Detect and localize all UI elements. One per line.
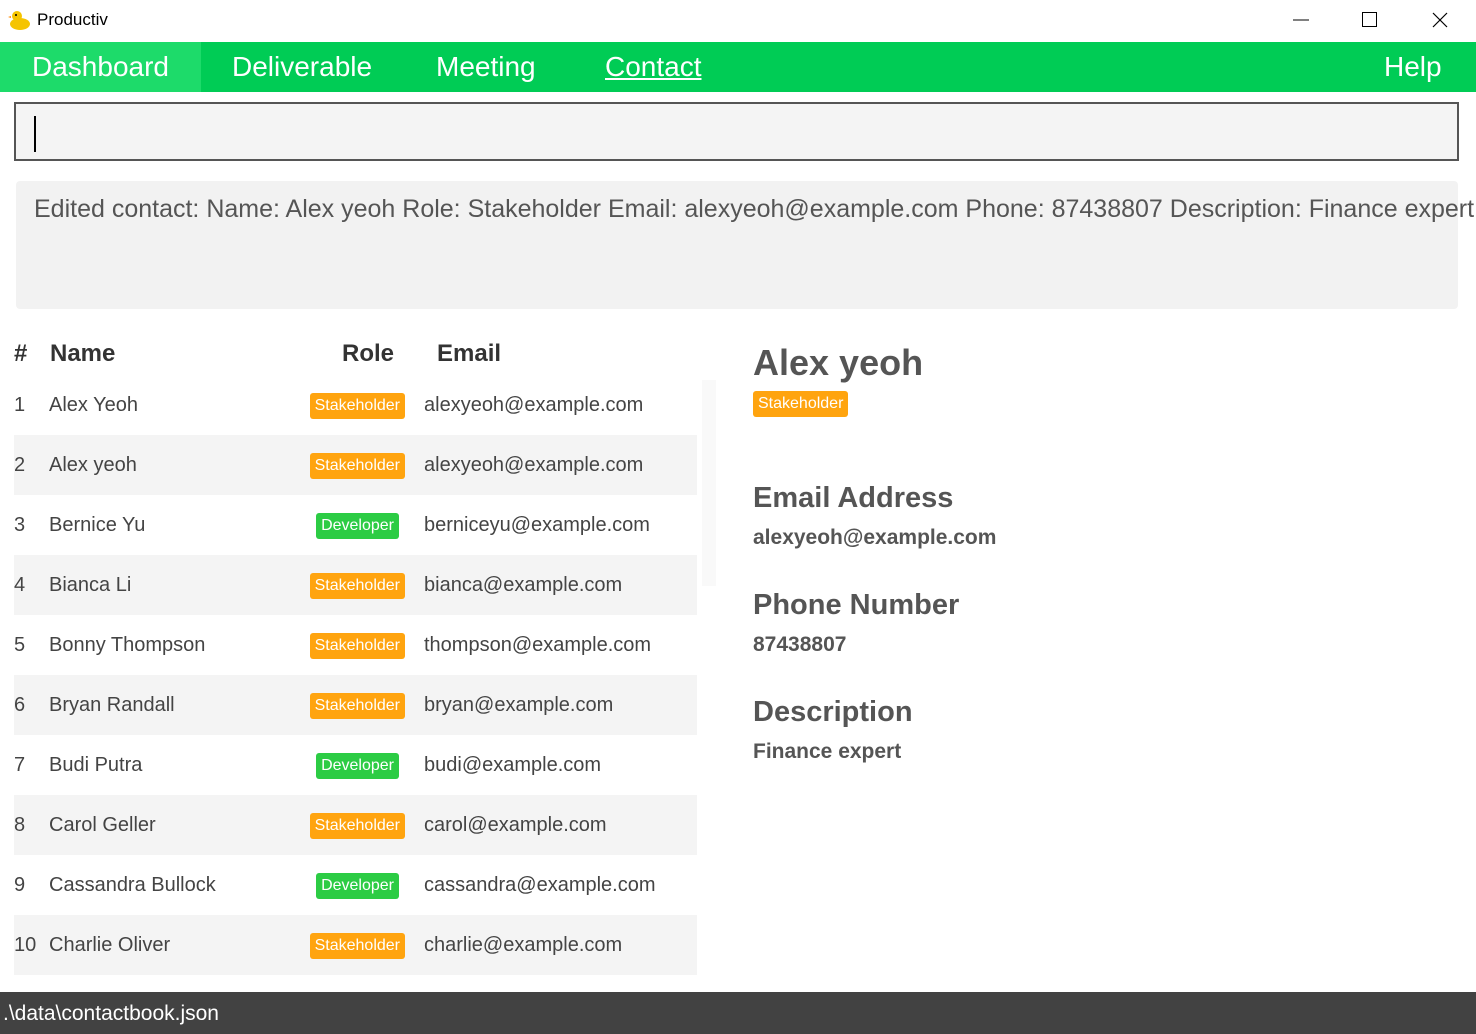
row-index: 10 (14, 934, 37, 956)
role-badge: Stakeholder (309, 393, 405, 419)
table-row[interactable]: 8 Carol Geller Stakeholder carol@example… (14, 795, 697, 855)
result-message: Edited contact: Name: Alex yeoh Role: St… (34, 195, 1475, 223)
maximize-icon (1362, 12, 1377, 27)
tab-meeting[interactable]: Meeting (404, 42, 568, 92)
table-row[interactable]: 2 Alex yeoh Stakeholder alexyeoh@example… (14, 435, 697, 495)
phone-heading: Phone Number (753, 589, 960, 621)
table-row[interactable]: 9 Cassandra Bullock Developer cassandra@… (14, 855, 697, 915)
table-row[interactable]: 7 Budi Putra Developer budi@example.com (14, 735, 697, 795)
detail-phone: 87438807 (753, 633, 847, 656)
row-name: Bryan Randall (49, 694, 175, 716)
row-index: 5 (14, 634, 26, 656)
email-heading: Email Address (753, 482, 954, 514)
row-name: Budi Putra (49, 754, 143, 776)
role-badge: Developer (316, 753, 399, 779)
detail-role-badge: Stakeholder (753, 391, 849, 417)
column-header-email: Email (437, 340, 502, 367)
row-index: 6 (14, 694, 26, 716)
maximize-button[interactable] (1335, 0, 1405, 40)
role-badge: Stakeholder (309, 813, 405, 839)
role-badge: Developer (316, 873, 399, 899)
table-row[interactable]: 4 Bianca Li Stakeholder bianca@example.c… (14, 555, 697, 615)
description-heading: Description (753, 696, 913, 728)
role-badge: Stakeholder (309, 933, 405, 959)
row-index: 7 (14, 754, 26, 776)
tab-deliverable[interactable]: Deliverable (200, 42, 404, 92)
table-row[interactable]: 10 Charlie Oliver Stakeholder charlie@ex… (14, 915, 697, 975)
status-bar: .\data\contactbook.json (0, 992, 1476, 1034)
row-index: 2 (14, 454, 26, 476)
row-name: Cassandra Bullock (49, 874, 216, 896)
row-email: charlie@example.com (424, 934, 623, 956)
close-button[interactable] (1405, 0, 1475, 40)
row-index: 9 (14, 874, 26, 896)
role-badge: Stakeholder (309, 633, 405, 659)
row-email: berniceyu@example.com (424, 514, 650, 536)
row-email: bryan@example.com (424, 694, 614, 716)
list-scrollbar[interactable] (702, 380, 716, 586)
tab-dashboard[interactable]: Dashboard (0, 42, 201, 92)
row-name: Carol Geller (49, 814, 156, 836)
tab-contact[interactable]: Contact (573, 42, 734, 92)
close-icon (1432, 12, 1448, 28)
row-email: thompson@example.com (424, 634, 652, 656)
role-badge: Stakeholder (309, 453, 405, 479)
row-name: Alex Yeoh (49, 394, 138, 416)
result-display: Edited contact: Name: Alex yeoh Role: St… (16, 181, 1474, 309)
row-email: bianca@example.com (424, 574, 623, 596)
minimize-icon (1293, 19, 1309, 21)
minimize-button[interactable] (1266, 0, 1336, 40)
row-email: alexyeoh@example.com (424, 394, 644, 416)
row-name: Alex yeoh (49, 454, 137, 476)
row-email: alexyeoh@example.com (424, 454, 644, 476)
table-row[interactable]: 6 Bryan Randall Stakeholder bryan@exampl… (14, 675, 697, 735)
row-name: Charlie Oliver (49, 934, 171, 956)
row-email: carol@example.com (424, 814, 607, 836)
row-name: Bernice Yu (49, 514, 146, 536)
row-name: Bianca Li (49, 574, 132, 596)
row-index: 8 (14, 814, 26, 836)
row-index: 1 (14, 394, 26, 416)
table-row[interactable]: 3 Bernice Yu Developer berniceyu@example… (14, 495, 697, 555)
command-input[interactable] (14, 102, 1459, 161)
table-row[interactable]: 5 Bonny Thompson Stakeholder thompson@ex… (14, 615, 697, 675)
role-badge: Stakeholder (309, 573, 405, 599)
detail-description: Finance expert (753, 740, 902, 763)
role-badge: Stakeholder (309, 693, 405, 719)
help-menu[interactable]: Help (1352, 42, 1474, 92)
table-row[interactable]: 1 Alex Yeoh Stakeholder alexyeoh@example… (14, 375, 697, 435)
detail-email: alexyeoh@example.com (753, 526, 997, 549)
row-index: 3 (14, 514, 26, 536)
row-email: cassandra@example.com (424, 874, 656, 896)
data-file-path: .\data\contactbook.json (3, 1002, 219, 1025)
column-header-name: Name (50, 340, 116, 367)
column-header-role: Role (342, 340, 395, 367)
row-index: 4 (14, 574, 26, 596)
column-header-index: # (14, 340, 28, 367)
app-title: Productiv (37, 10, 108, 29)
duck-icon (8, 11, 30, 30)
role-badge: Developer (316, 513, 399, 539)
menu-bar: Dashboard Deliverable Meeting Contact He… (0, 42, 1476, 92)
text-caret (34, 116, 36, 152)
row-email: budi@example.com (424, 754, 602, 776)
title-bar: Productiv (0, 0, 1476, 42)
row-name: Bonny Thompson (49, 634, 206, 656)
detail-contact-name: Alex yeoh (753, 342, 924, 383)
